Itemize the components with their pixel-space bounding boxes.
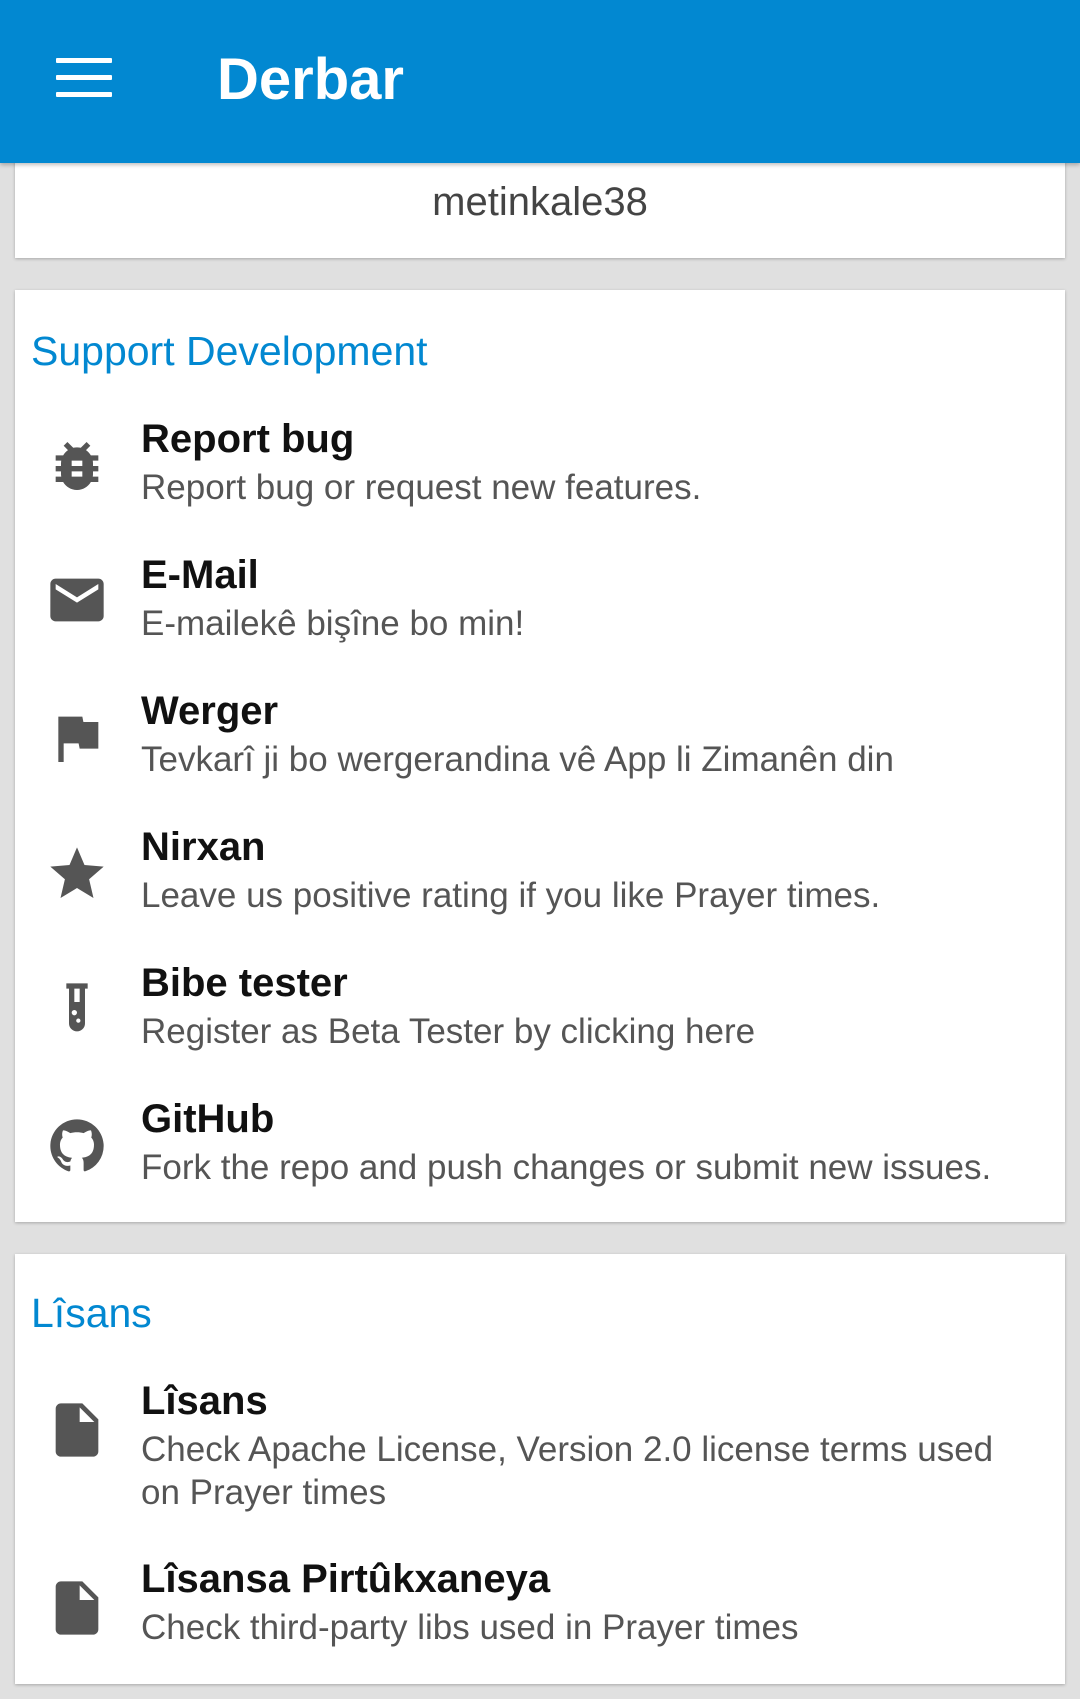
section-header-support: Support Development bbox=[31, 328, 428, 374]
item-title: GitHub bbox=[141, 1097, 275, 1141]
item-title: E-Mail bbox=[141, 553, 259, 597]
item-summary: Report bug or request new features. bbox=[141, 468, 702, 507]
item-summary: Leave us positive rating if you like Pra… bbox=[141, 876, 881, 915]
item-summary: E-mailekê bişîne bo min! bbox=[141, 604, 525, 643]
item-title: Lîsans bbox=[141, 1379, 268, 1423]
page-title: Derbar bbox=[217, 47, 404, 112]
test-tube-icon bbox=[45, 978, 109, 1042]
bug-icon bbox=[45, 434, 109, 498]
item-summary: Check Apache License, Version 2.0 licens… bbox=[141, 1430, 994, 1512]
item-title: Bibe tester bbox=[141, 961, 348, 1005]
author-card: metinkale38 bbox=[15, 150, 1065, 258]
app-bar: Derbar bbox=[0, 0, 1080, 163]
item-title: Werger bbox=[141, 689, 279, 733]
item-summary: Tevkarî ji bo wergerandina vê App li Zim… bbox=[141, 740, 894, 779]
license-card: Lîsans Lîsans Check Apache License, Vers… bbox=[15, 1254, 1065, 1684]
item-summary: Fork the repo and push changes or submit… bbox=[141, 1148, 992, 1187]
hamburger-menu-icon[interactable] bbox=[56, 58, 112, 98]
document-icon bbox=[45, 1576, 109, 1640]
document-icon bbox=[45, 1398, 109, 1462]
support-development-card: Support Development Report bug Report bu… bbox=[15, 290, 1065, 1222]
item-title: Report bug bbox=[141, 417, 355, 461]
item-title: Nirxan bbox=[141, 825, 266, 869]
item-title: Lîsansa Pirtûkxaneya bbox=[141, 1557, 551, 1601]
item-summary: Register as Beta Tester by clicking here bbox=[141, 1012, 756, 1051]
section-header-license: Lîsans bbox=[31, 1290, 152, 1336]
item-summary: Check third-party libs used in Prayer ti… bbox=[141, 1608, 799, 1647]
star-icon bbox=[45, 842, 109, 906]
github-icon bbox=[45, 1114, 109, 1178]
author-username: metinkale38 bbox=[432, 180, 648, 224]
email-icon bbox=[45, 568, 109, 632]
flag-icon bbox=[45, 706, 109, 770]
